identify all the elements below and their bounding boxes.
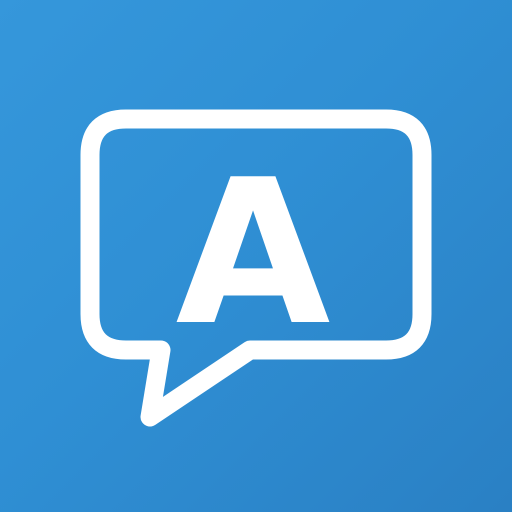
- letter-glyph: A: [176, 137, 331, 370]
- app-icon: A: [0, 0, 512, 512]
- icon-graphic: A: [80, 109, 432, 427]
